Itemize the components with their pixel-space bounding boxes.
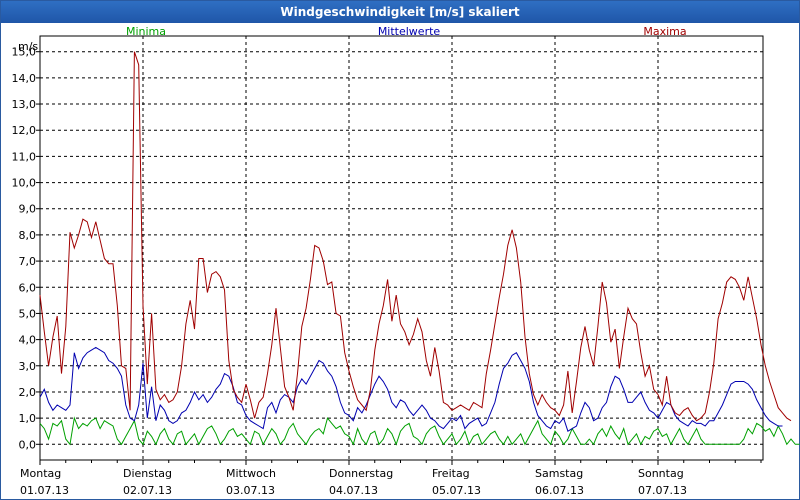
y-tick-label: 4,0: [19, 334, 37, 347]
x-tick-date: 05.07.13: [432, 484, 481, 497]
x-tick-date: 03.07.13: [226, 484, 275, 497]
x-tick-day: Mittwoch: [226, 467, 276, 480]
x-tick-date: 06.07.13: [535, 484, 584, 497]
y-tick-label: 14,0: [12, 72, 37, 85]
y-tick-label: 3,0: [19, 360, 37, 373]
y-tick-label: 1,0: [19, 412, 37, 425]
y-tick-label: 5,0: [19, 307, 37, 320]
legend-entry-mittelwerte: Mittelwerte: [378, 25, 441, 38]
x-tick-day: Sonntag: [638, 467, 684, 480]
y-tick-label: 2,0: [19, 386, 37, 399]
y-axis-label: m/s: [18, 40, 38, 53]
x-tick-date: 04.07.13: [329, 484, 378, 497]
y-tick-label: 6,0: [19, 281, 37, 294]
x-tick-day: Montag: [20, 467, 61, 480]
x-axis-ticks: Montag 01.07.13 Dienstag 02.07.13 Mittwoch 03…: [20, 460, 762, 497]
x-tick-day: Dienstag: [123, 467, 172, 480]
plot-frame: [39, 35, 764, 461]
legend-entry-maxima: Maxima: [643, 25, 686, 38]
x-tick-date: 02.07.13: [123, 484, 172, 497]
x-tick-day: Samstag: [535, 467, 583, 480]
y-tick-label: 9,0: [19, 203, 37, 216]
legend-entry-minima: Minima: [126, 25, 166, 38]
y-tick-label: 11,0: [12, 150, 37, 163]
x-tick-date: 01.07.13: [20, 484, 69, 497]
x-tick-day: Donnerstag: [329, 467, 393, 480]
y-tick-label: 10,0: [12, 177, 37, 190]
y-tick-label: 8,0: [19, 229, 37, 242]
x-tick-date: 07.07.13: [638, 484, 687, 497]
wind-speed-chart: 0,0 1,0 2,0 3,0 4,0 5,0 6,0 7,0 8,0 9,0 10,0 11,0 12…: [12, 25, 800, 497]
y-tick-label: 7,0: [19, 255, 37, 268]
y-axis-ticks: 0,0 1,0 2,0 3,0 4,0 5,0 6,0 7,0 8,0 9,0 10,0 11,0 12…: [12, 46, 40, 451]
y-tick-label: 12,0: [12, 124, 37, 137]
y-tick-label: 0,0: [19, 438, 37, 451]
y-tick-label: 13,0: [12, 98, 37, 111]
x-tick-day: Freitag: [432, 467, 470, 480]
